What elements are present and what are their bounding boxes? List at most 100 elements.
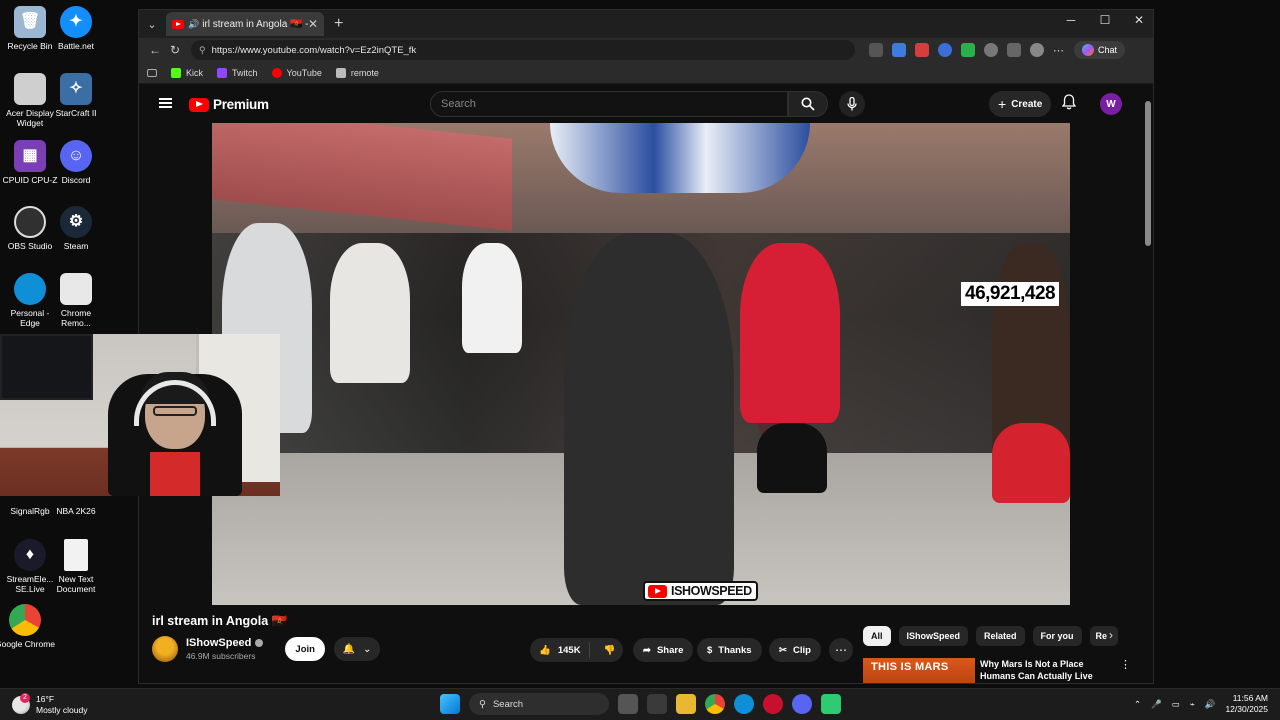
- clock[interactable]: 11:56 AM 12/30/2025: [1225, 693, 1268, 715]
- more-vertical-icon[interactable]: ⋮: [1120, 658, 1131, 683]
- refresh-icon[interactable]: ↻: [165, 43, 185, 57]
- youtube-page: Premium Search + Create W 46,921,428 ISH…: [139, 85, 1153, 683]
- back-icon[interactable]: ←: [145, 43, 165, 57]
- video-person-red-shirt: [740, 243, 840, 423]
- scrollbar[interactable]: [1145, 89, 1151, 679]
- chip-for-you[interactable]: For you: [1032, 626, 1082, 646]
- avatar-letter: W: [1106, 98, 1116, 110]
- favorites-icon[interactable]: [1007, 43, 1021, 57]
- chevron-up-icon[interactable]: ⌃: [1134, 699, 1141, 710]
- acer-widget-icon: [14, 73, 46, 105]
- scissors-icon: ✂: [779, 644, 787, 656]
- volume-icon[interactable]: 🔊: [1205, 699, 1216, 710]
- minimize-icon[interactable]: ─: [1063, 13, 1079, 27]
- display-icon[interactable]: ▭: [1172, 699, 1180, 710]
- speaker-icon[interactable]: 🔊: [188, 19, 199, 30]
- favorite-twitch[interactable]: Twitch: [217, 67, 258, 78]
- recommended-title[interactable]: Why Mars Is Not a Place Humans Can Actua…: [980, 658, 1110, 683]
- clip-button[interactable]: ✂ Clip: [769, 638, 821, 662]
- desktop-icon-steam[interactable]: ⚙ Steam: [46, 206, 106, 251]
- youtube-logo[interactable]: Premium: [189, 97, 269, 112]
- video-watermark: ISHOWSPEED: [643, 581, 758, 601]
- extension-icon[interactable]: [961, 43, 975, 57]
- share-button[interactable]: ➦ Share: [633, 638, 694, 662]
- scrollbar-thumb[interactable]: [1145, 101, 1151, 246]
- video-title: irl stream in Angola 🇦🇴: [152, 614, 288, 628]
- avatar[interactable]: W: [1100, 93, 1122, 115]
- new-tab-icon[interactable]: +: [334, 15, 343, 33]
- thanks-button[interactable]: $ Thanks: [697, 638, 762, 662]
- like-button[interactable]: 👍 145K: [530, 642, 590, 658]
- desktop-icon-text-document[interactable]: New Text Document: [46, 539, 106, 594]
- favorite-label: remote: [350, 67, 379, 78]
- video-player[interactable]: 46,921,428 ISHOWSPEED: [212, 123, 1070, 605]
- extension-icon[interactable]: [984, 43, 998, 57]
- video-person-shorts: [757, 423, 827, 493]
- like-count: 145K: [557, 644, 581, 656]
- chevron-right-icon[interactable]: ›: [1109, 628, 1113, 642]
- extension-icon[interactable]: [938, 43, 952, 57]
- start-icon[interactable]: [440, 694, 460, 714]
- site-info-icon[interactable]: ⚲: [199, 45, 206, 56]
- chip-recently-uploaded[interactable]: Re: [1089, 626, 1118, 646]
- opera-icon[interactable]: [763, 694, 783, 714]
- copilot-chat-button[interactable]: Chat: [1074, 41, 1126, 59]
- menu-icon[interactable]: [159, 98, 172, 108]
- chip-related[interactable]: Related: [976, 626, 1025, 646]
- create-button[interactable]: + Create: [989, 91, 1052, 117]
- close-tab-icon[interactable]: ✕: [308, 17, 318, 31]
- desktop-icon-starcraft[interactable]: ✧ StarCraft II: [46, 73, 106, 118]
- profile-icon[interactable]: [1030, 43, 1044, 57]
- discord-icon: ☺: [60, 140, 92, 172]
- desktop-icon-nba2k26[interactable]: NBA 2K26: [46, 506, 106, 516]
- favorite-remote[interactable]: remote: [335, 67, 379, 78]
- join-button[interactable]: Join: [285, 637, 325, 661]
- chip-ishowspeed[interactable]: IShowSpeed: [898, 626, 969, 646]
- weather-widget[interactable]: 2 16°F Mostly cloudy: [12, 693, 88, 716]
- microphone-icon[interactable]: 🎤: [1151, 699, 1162, 710]
- chrome-icon[interactable]: [705, 694, 725, 714]
- recommended-thumbnail[interactable]: THIS IS MARS: [863, 658, 975, 683]
- clock-date: 12/30/2025: [1225, 704, 1268, 714]
- notifications-button[interactable]: [1061, 94, 1077, 115]
- extension-icon[interactable]: [915, 43, 929, 57]
- recommended-video[interactable]: THIS IS MARS Why Mars Is Not a Place Hum…: [863, 658, 1143, 683]
- dislike-button[interactable]: 👎: [596, 645, 616, 656]
- search-placeholder: Search: [441, 98, 476, 110]
- extension-icon[interactable]: [892, 43, 906, 57]
- task-view-icon[interactable]: [618, 694, 638, 714]
- voice-search-button[interactable]: [839, 91, 865, 117]
- video-person-white: [330, 243, 410, 383]
- tab-group-icon[interactable]: [147, 68, 157, 77]
- desktop-icon-chrome-remote[interactable]: Chrome Remo...: [46, 273, 106, 328]
- desktop-icon-battlenet[interactable]: ✦ Battle.net: [46, 6, 106, 51]
- file-explorer-icon[interactable]: [676, 694, 696, 714]
- tab-youtube[interactable]: 🔊 irl stream in Angola 🇦🇴 - YouT ✕: [166, 12, 324, 36]
- app-icon[interactable]: [821, 694, 841, 714]
- webcam-tv: [0, 334, 93, 400]
- channel-avatar[interactable]: [152, 636, 178, 662]
- maximize-icon[interactable]: ☐: [1097, 13, 1113, 27]
- more-options-icon[interactable]: ⋯: [1053, 44, 1064, 57]
- widgets-icon[interactable]: [647, 694, 667, 714]
- chrome-remote-icon: [60, 273, 92, 305]
- favorite-kick[interactable]: Kick: [171, 67, 203, 78]
- subscription-bell-button[interactable]: 🔔 ⌄: [333, 637, 380, 661]
- search-button[interactable]: [788, 91, 828, 117]
- discord-icon[interactable]: [792, 694, 812, 714]
- address-bar[interactable]: ⚲ https://www.youtube.com/watch?v=Ez2inQ…: [191, 40, 855, 60]
- search-input[interactable]: Search: [430, 91, 788, 117]
- desktop-icon-discord[interactable]: ☺ Discord: [46, 140, 106, 185]
- edge-icon[interactable]: [734, 694, 754, 714]
- desktop-icon-google-chrome[interactable]: Google Chrome: [0, 604, 55, 649]
- network-icon[interactable]: ⌁: [1190, 699, 1195, 710]
- taskbar-search[interactable]: ⚲ Search: [469, 693, 609, 715]
- chip-all[interactable]: All: [863, 626, 891, 646]
- favorite-youtube[interactable]: YouTube: [271, 67, 322, 78]
- more-actions-button[interactable]: ⋯: [829, 638, 853, 662]
- close-window-icon[interactable]: ✕: [1131, 13, 1147, 27]
- extension-icon[interactable]: [869, 43, 883, 57]
- tab-actions-chevron-icon[interactable]: ⌄: [141, 13, 163, 35]
- edge-icon: [14, 273, 46, 305]
- channel-name[interactable]: IShowSpeed: [186, 637, 264, 649]
